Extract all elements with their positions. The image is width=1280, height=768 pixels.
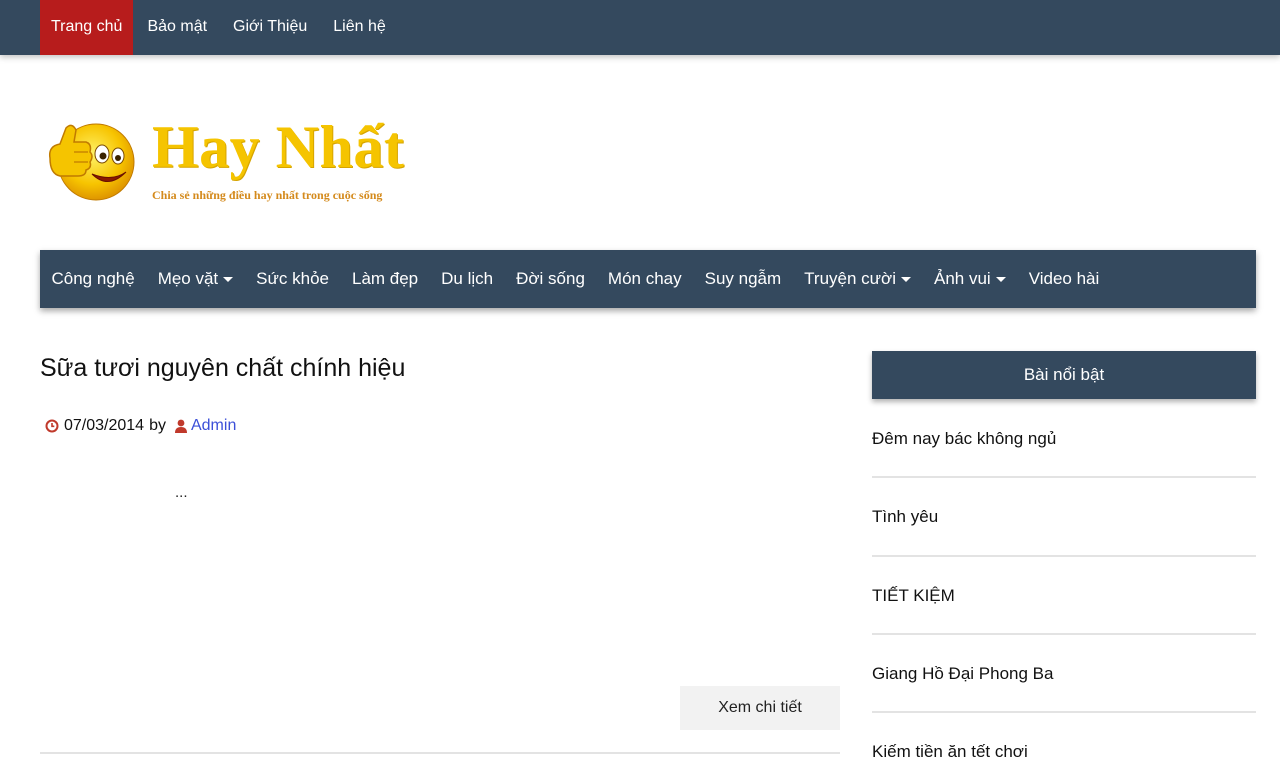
- menu-item-lam-dep[interactable]: Làm đẹp: [340, 250, 429, 308]
- menu-item-label: Công nghệ: [51, 269, 135, 288]
- clock-icon: [45, 419, 59, 433]
- sidebar-widget-title: Bài nổi bật: [872, 351, 1256, 399]
- menu-item-label: Mẹo vặt: [157, 269, 219, 288]
- menu-item-label: Du lịch: [441, 269, 494, 288]
- menu-item-label: Truyện cười: [804, 269, 896, 288]
- logo-tagline: Chia sẻ những điều hay nhất trong cuộc s…: [152, 188, 383, 202]
- menu-item-meo-vat[interactable]: Mẹo vặt: [146, 250, 244, 308]
- sidebar-item[interactable]: Đêm nay bác không ngủ: [872, 400, 1256, 479]
- post-meta: 07/03/2014 by Admin: [45, 417, 236, 435]
- sidebar-item[interactable]: Giang Hồ Đại Phong Ba: [872, 635, 1256, 714]
- top-bar: Trang chủ Bảo mật Giới Thiệu Liên hệ: [0, 0, 1280, 55]
- post-by: by: [149, 417, 166, 434]
- user-icon: [174, 419, 187, 433]
- thumbs-up-smiley-icon: [48, 123, 135, 201]
- top-nav: Trang chủ Bảo mật Giới Thiệu Liên hệ: [40, 0, 400, 55]
- top-nav-home[interactable]: Trang chủ: [40, 0, 134, 55]
- menu-item-suy-ngam[interactable]: Suy ngẫm: [693, 250, 793, 308]
- read-more-button[interactable]: Xem chi tiết: [680, 686, 840, 730]
- menu-item-mon-chay[interactable]: Món chay: [596, 250, 693, 308]
- menu-item-truyen-cuoi[interactable]: Truyện cười: [793, 250, 923, 308]
- post-author-link[interactable]: Admin: [191, 417, 236, 435]
- top-nav-about[interactable]: Giới Thiệu: [221, 0, 319, 55]
- menu-item-label: Sức khỏe: [256, 269, 329, 288]
- post-date: 07/03/2014: [64, 417, 145, 434]
- top-nav-contact[interactable]: Liên hệ: [321, 0, 398, 55]
- sidebar-item[interactable]: Tình yêu: [872, 478, 1256, 557]
- menu-item-label: Làm đẹp: [351, 269, 419, 288]
- main-menu: Công nghệ Mẹo vặt Sức khỏe Làm đẹp Du lị…: [40, 250, 1256, 308]
- site-logo[interactable]: Hay Nhất Chia sẻ những điều hay nhất tro…: [46, 108, 436, 212]
- sidebar-item[interactable]: TIẾT KIỆM: [872, 557, 1256, 635]
- sidebar-item[interactable]: Kiếm tiền ăn tết chơi: [872, 713, 1256, 768]
- logo-title: Hay Nhất: [152, 114, 405, 180]
- caret-down-icon: [995, 276, 1006, 282]
- caret-down-icon: [223, 276, 234, 282]
- menu-item-cong-nghe[interactable]: Công nghệ: [40, 250, 146, 308]
- post-title[interactable]: Sữa tươi nguyên chất chính hiệu: [40, 354, 405, 383]
- post-excerpt: ...: [175, 484, 188, 501]
- menu-item-label: Suy ngẫm: [704, 269, 782, 288]
- menu-item-label: Ảnh vui: [933, 269, 991, 288]
- menu-item-label: Video hài: [1028, 269, 1100, 288]
- top-nav-security[interactable]: Bảo mật: [135, 0, 219, 55]
- menu-item-doi-song[interactable]: Đời sống: [505, 250, 597, 308]
- menu-item-suc-khoe[interactable]: Sức khỏe: [245, 250, 341, 308]
- menu-item-anh-vui[interactable]: Ảnh vui: [922, 250, 1017, 308]
- menu-item-du-lich[interactable]: Du lịch: [430, 250, 505, 308]
- post-divider: [40, 752, 840, 754]
- menu-item-label: Món chay: [607, 269, 682, 288]
- caret-down-icon: [900, 276, 911, 282]
- menu-item-video-hai[interactable]: Video hài: [1017, 250, 1111, 308]
- sidebar-featured-list: Đêm nay bác không ngủ Tình yêu TIẾT KIỆM…: [872, 400, 1256, 768]
- menu-item-label: Đời sống: [516, 269, 585, 288]
